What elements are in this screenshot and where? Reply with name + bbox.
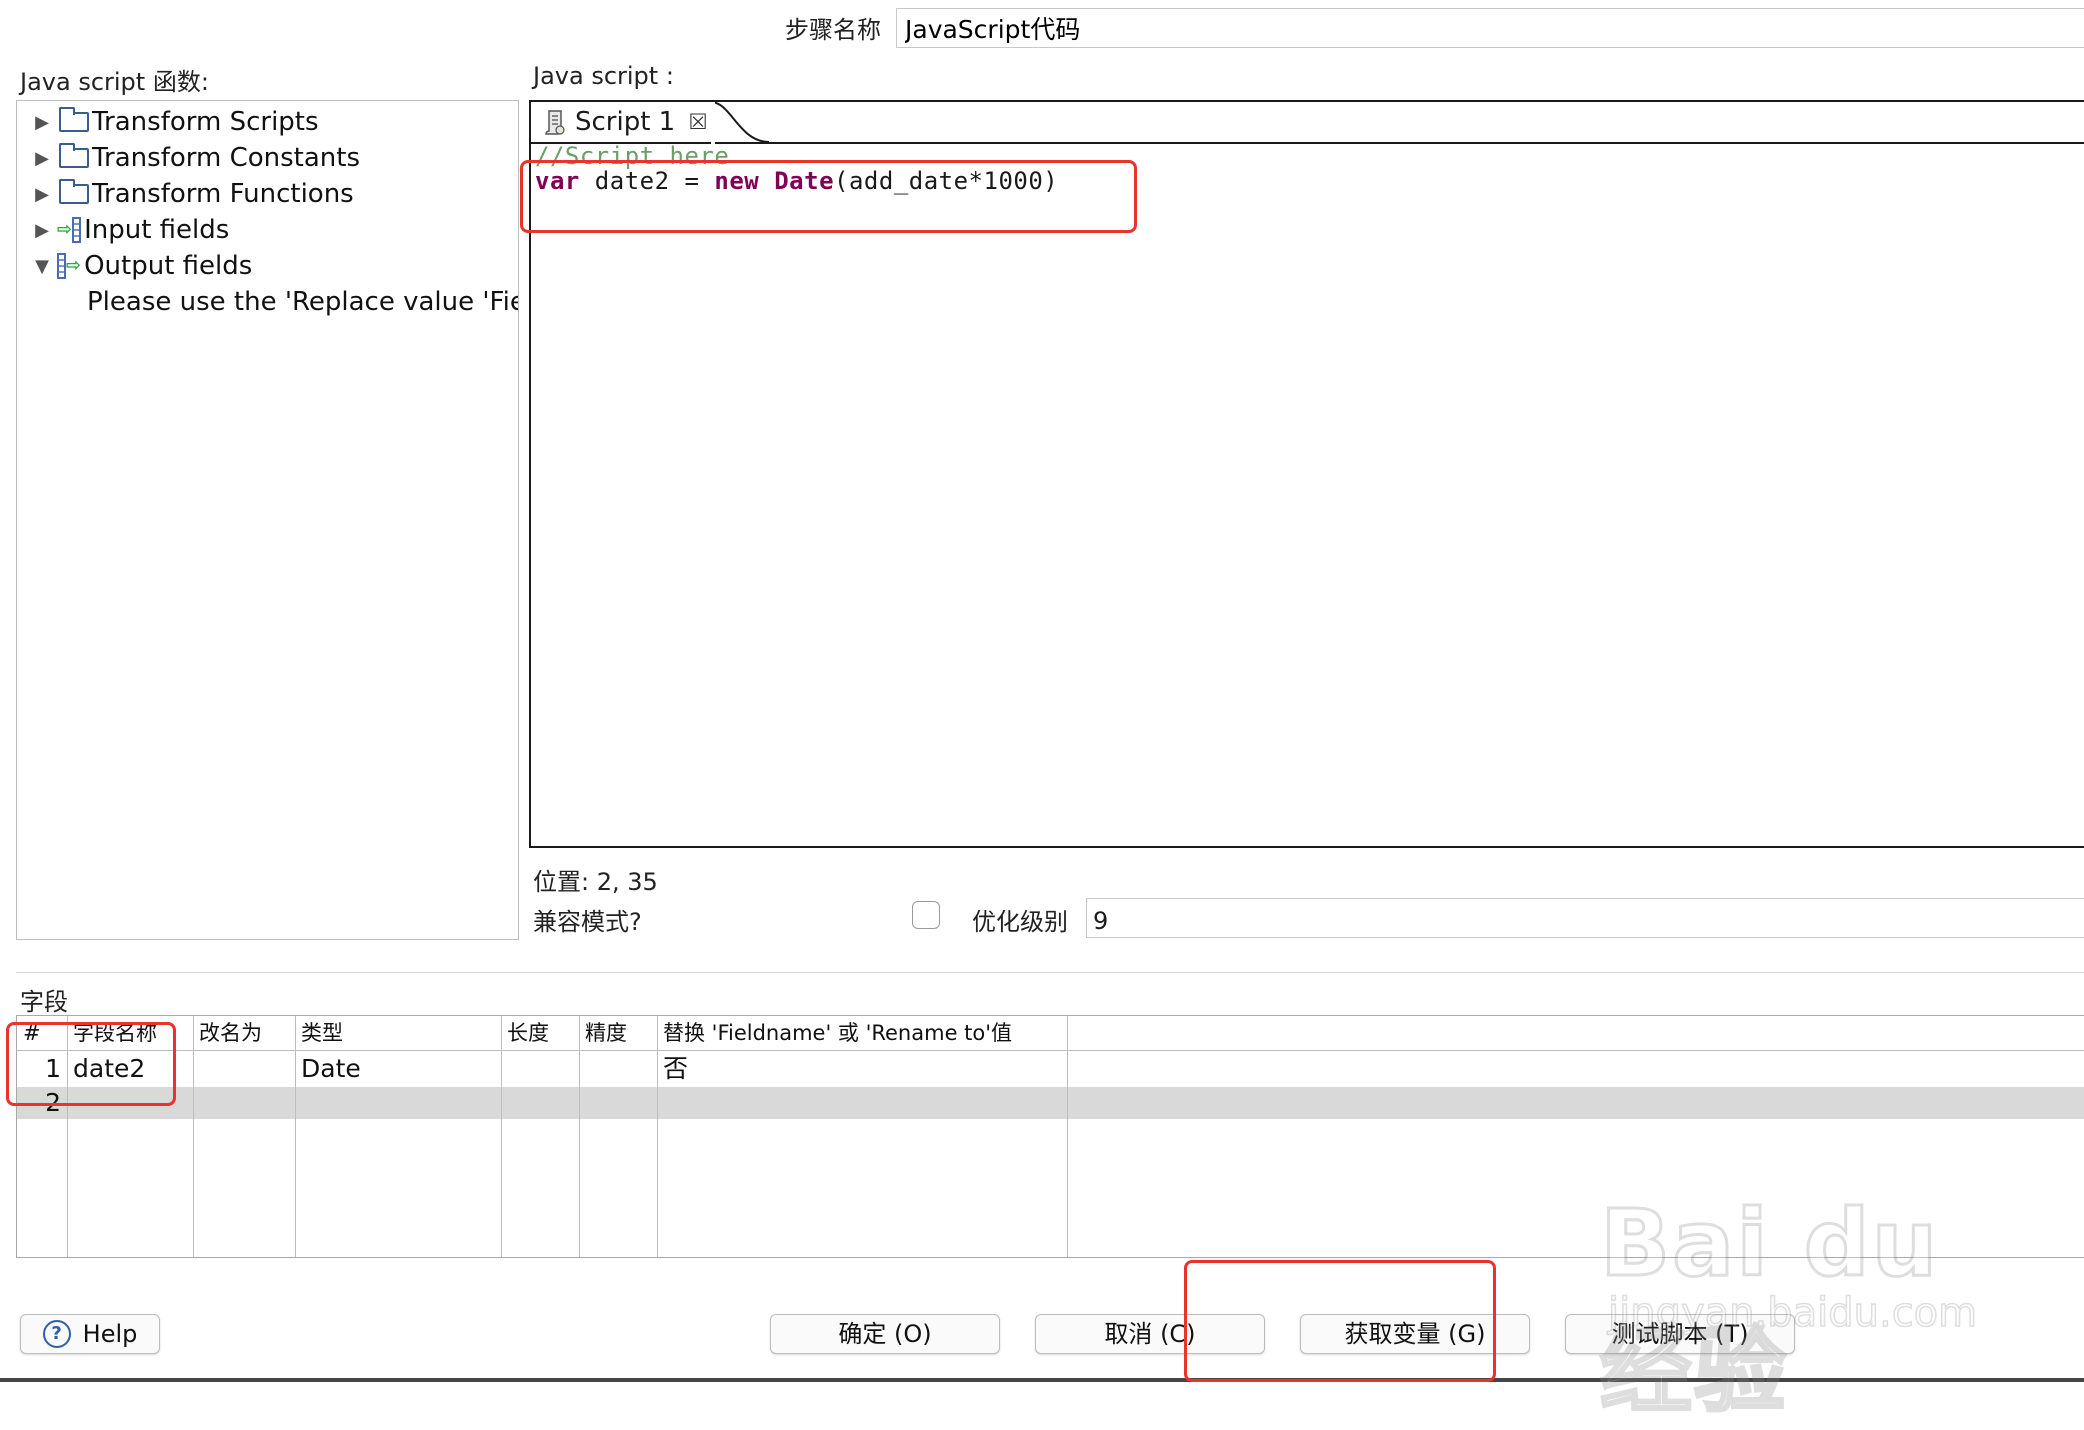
tree-item-label: Transform Functions <box>92 179 354 209</box>
tab-script-1[interactable]: Script 1 ⮽ <box>531 102 731 142</box>
tree-item-label: Output fields <box>84 251 253 281</box>
script-icon <box>545 110 565 135</box>
type-cell[interactable]: Date <box>295 1052 361 1086</box>
rename-cell[interactable] <box>193 1052 199 1086</box>
compat-mode-checkbox[interactable] <box>912 901 940 929</box>
section-divider <box>16 972 2084 973</box>
tree-item-transform-functions[interactable]: ▶ Transform Functions <box>17 177 354 211</box>
field-name-cell[interactable] <box>67 1086 73 1120</box>
help-button[interactable]: ? Help <box>20 1314 160 1354</box>
tab-edge <box>711 102 770 144</box>
column-header-precision[interactable]: 精度 <box>579 1016 657 1050</box>
folder-icon <box>59 143 89 168</box>
tree-item-input-fields[interactable]: ▶ ⇨ Input fields <box>17 213 229 247</box>
column-header-field-name[interactable]: 字段名称 <box>67 1016 193 1050</box>
folder-icon <box>59 179 89 204</box>
help-label: Help <box>82 1320 138 1348</box>
precision-cell[interactable] <box>579 1052 585 1086</box>
row-number: 1 <box>45 1054 61 1083</box>
input-fields-icon: ⇨ <box>57 217 82 243</box>
column-header-rename[interactable]: 改名为 <box>193 1016 295 1050</box>
row-number: 2 <box>45 1088 61 1117</box>
code-keyword-new: new <box>714 167 760 195</box>
tab-label: Script 1 <box>575 107 676 137</box>
expand-arrow-icon[interactable]: ▶ <box>31 220 53 241</box>
script-editor[interactable]: Script 1 ⮽ //Script here var date2 = new… <box>529 100 2084 848</box>
step-name-label: 步骤名称 <box>785 16 881 44</box>
expand-arrow-icon[interactable]: ▶ <box>31 112 53 133</box>
compat-mode-label: 兼容模式? <box>533 908 642 936</box>
script-label: Java script : <box>533 62 674 90</box>
field-name-cell[interactable]: date2 <box>67 1052 145 1086</box>
selected-row-highlight <box>17 1087 2084 1119</box>
functions-label: Java script 函数: <box>20 68 209 96</box>
tab-bar: Script 1 ⮽ <box>531 102 2084 144</box>
close-tab-icon[interactable]: ⮽ <box>689 110 707 135</box>
fields-section-label: 字段 <box>20 988 68 1016</box>
tree-item-label: Transform Constants <box>92 143 361 173</box>
code-text: (add_date*1000) <box>834 167 1059 195</box>
code-text: date2 = <box>579 167 715 195</box>
column-header-length[interactable]: 长度 <box>501 1016 579 1050</box>
watermark-url: jingyan.baidu.com <box>1607 1289 1978 1337</box>
tree-item-label: Please use the 'Replace value 'Fieldname… <box>87 287 518 317</box>
type-cell[interactable] <box>295 1086 301 1120</box>
code-line-2: var date2 = new Date(add_date*1000) <box>535 167 1058 195</box>
get-variables-button[interactable]: 获取变量 (G) <box>1300 1314 1530 1354</box>
tree-item-label: Input fields <box>84 215 230 245</box>
tree-item-label: Transform Scripts <box>92 107 319 137</box>
replace-cell[interactable]: 否 <box>657 1052 688 1086</box>
collapse-arrow-icon[interactable]: ▼ <box>31 256 53 277</box>
cursor-position: 位置: 2, 35 <box>533 868 658 896</box>
optimization-level-label: 优化级别 <box>972 908 1068 936</box>
functions-tree[interactable]: ▶ Transform Scripts ▶ Transform Constant… <box>16 100 519 940</box>
code-comment-line: //Script here <box>535 142 730 170</box>
help-icon: ? <box>42 1320 71 1348</box>
tree-item-output-fields[interactable]: ▼ ⇨ Output fields <box>17 249 252 283</box>
length-cell[interactable] <box>501 1052 507 1086</box>
column-header-replace[interactable]: 替换 'Fieldname' 或 'Rename to'值 <box>657 1016 1067 1050</box>
expand-arrow-icon[interactable]: ▶ <box>31 184 53 205</box>
tree-item-transform-scripts[interactable]: ▶ Transform Scripts <box>17 105 319 139</box>
cancel-button[interactable]: 取消 (C) <box>1035 1314 1265 1354</box>
optimization-level-input[interactable]: 9 <box>1086 898 2084 938</box>
code-keyword-var: var <box>535 167 580 195</box>
folder-icon <box>59 107 89 132</box>
tree-item-transform-constants[interactable]: ▶ Transform Constants <box>17 141 360 175</box>
expand-arrow-icon[interactable]: ▶ <box>31 148 53 169</box>
ok-button[interactable]: 确定 (O) <box>770 1314 1000 1354</box>
code-keyword-date: Date <box>774 167 835 195</box>
output-fields-icon: ⇨ <box>57 253 81 279</box>
step-name-input[interactable] <box>896 8 2084 48</box>
watermark: Bai du 经验 jingyan.baidu.com <box>1599 1150 2000 1427</box>
column-header-type[interactable]: 类型 <box>295 1016 501 1050</box>
tree-item-output-hint[interactable]: Please use the 'Replace value 'Fieldname… <box>87 285 518 319</box>
column-header-number[interactable]: # <box>17 1016 67 1050</box>
